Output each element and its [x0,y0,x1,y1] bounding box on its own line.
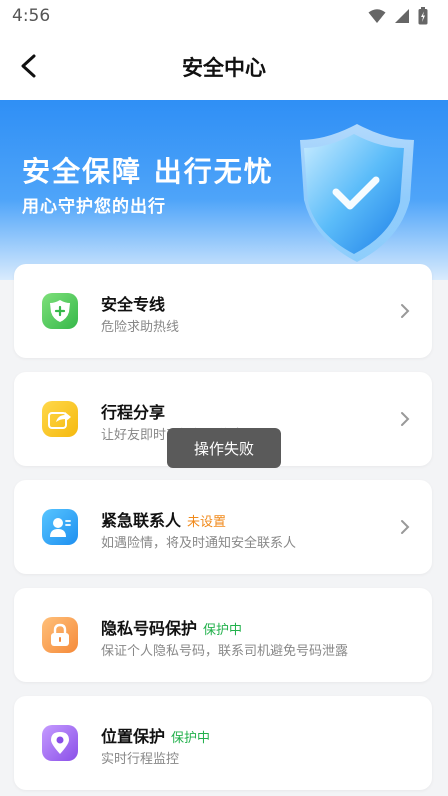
status-bar: 4:56 [0,0,448,32]
card-safety-hotline[interactable]: 安全专线 危险求助热线 [14,264,432,358]
status-badge-protected: 保护中 [171,731,211,746]
card-location-protection[interactable]: 位置保护 保护中 实时行程监控 [14,696,432,790]
chevron-right-icon [401,412,410,426]
card-title: 行程分享 [101,403,166,422]
card-emergency-contact[interactable]: 紧急联系人 未设置 如遇险情，将及时通知安全联系人 [14,480,432,574]
icon-tile [42,725,78,761]
card-privacy-number[interactable]: 隐私号码保护 保护中 保证个人隐私号码，联系司机避免号码泄露 [14,588,432,682]
card-subtitle: 保证个人隐私号码，联系司机避免号码泄露 [101,644,349,659]
share-icon [48,412,71,429]
battery-icon [418,7,428,25]
chevron-right-icon [401,304,410,318]
card-title: 位置保护 保护中 [101,727,211,746]
banner-headline: 安全保障 出行无忧 [22,155,274,188]
card-subtitle: 危险求助热线 [101,320,180,335]
contact-icon [50,518,71,537]
card-title: 隐私号码保护 保护中 [101,619,243,638]
card-subtitle: 如遇险情，将及时通知安全联系人 [101,536,297,551]
nav-bar: 安全中心 [0,32,448,101]
icon-tile [42,509,78,545]
card-title: 安全专线 [101,295,166,314]
status-time: 4:56 [12,6,51,26]
icon-tile [42,293,78,329]
icon-tile [42,401,78,437]
location-pin-icon [51,732,69,754]
card-title: 紧急联系人 未设置 [101,511,227,530]
status-icons [368,7,428,25]
shield-check-icon [300,124,414,262]
chevron-right-icon [401,520,410,534]
signal-icon [395,9,409,23]
status-badge-protected: 保护中 [203,623,243,638]
toast-message: 操作失败 [167,428,281,468]
status-badge-unset: 未设置 [187,515,227,530]
page-title: 安全中心 [182,56,266,80]
wifi-icon [368,9,386,23]
card-subtitle: 实时行程监控 [101,752,180,767]
hero-banner: 安全保障 出行无忧 用心守护您的出行 [0,100,448,280]
lock-icon [51,623,69,646]
shield-plus-icon [50,300,70,322]
icon-tile [42,617,78,653]
banner-subline: 用心守护您的出行 [22,197,166,217]
